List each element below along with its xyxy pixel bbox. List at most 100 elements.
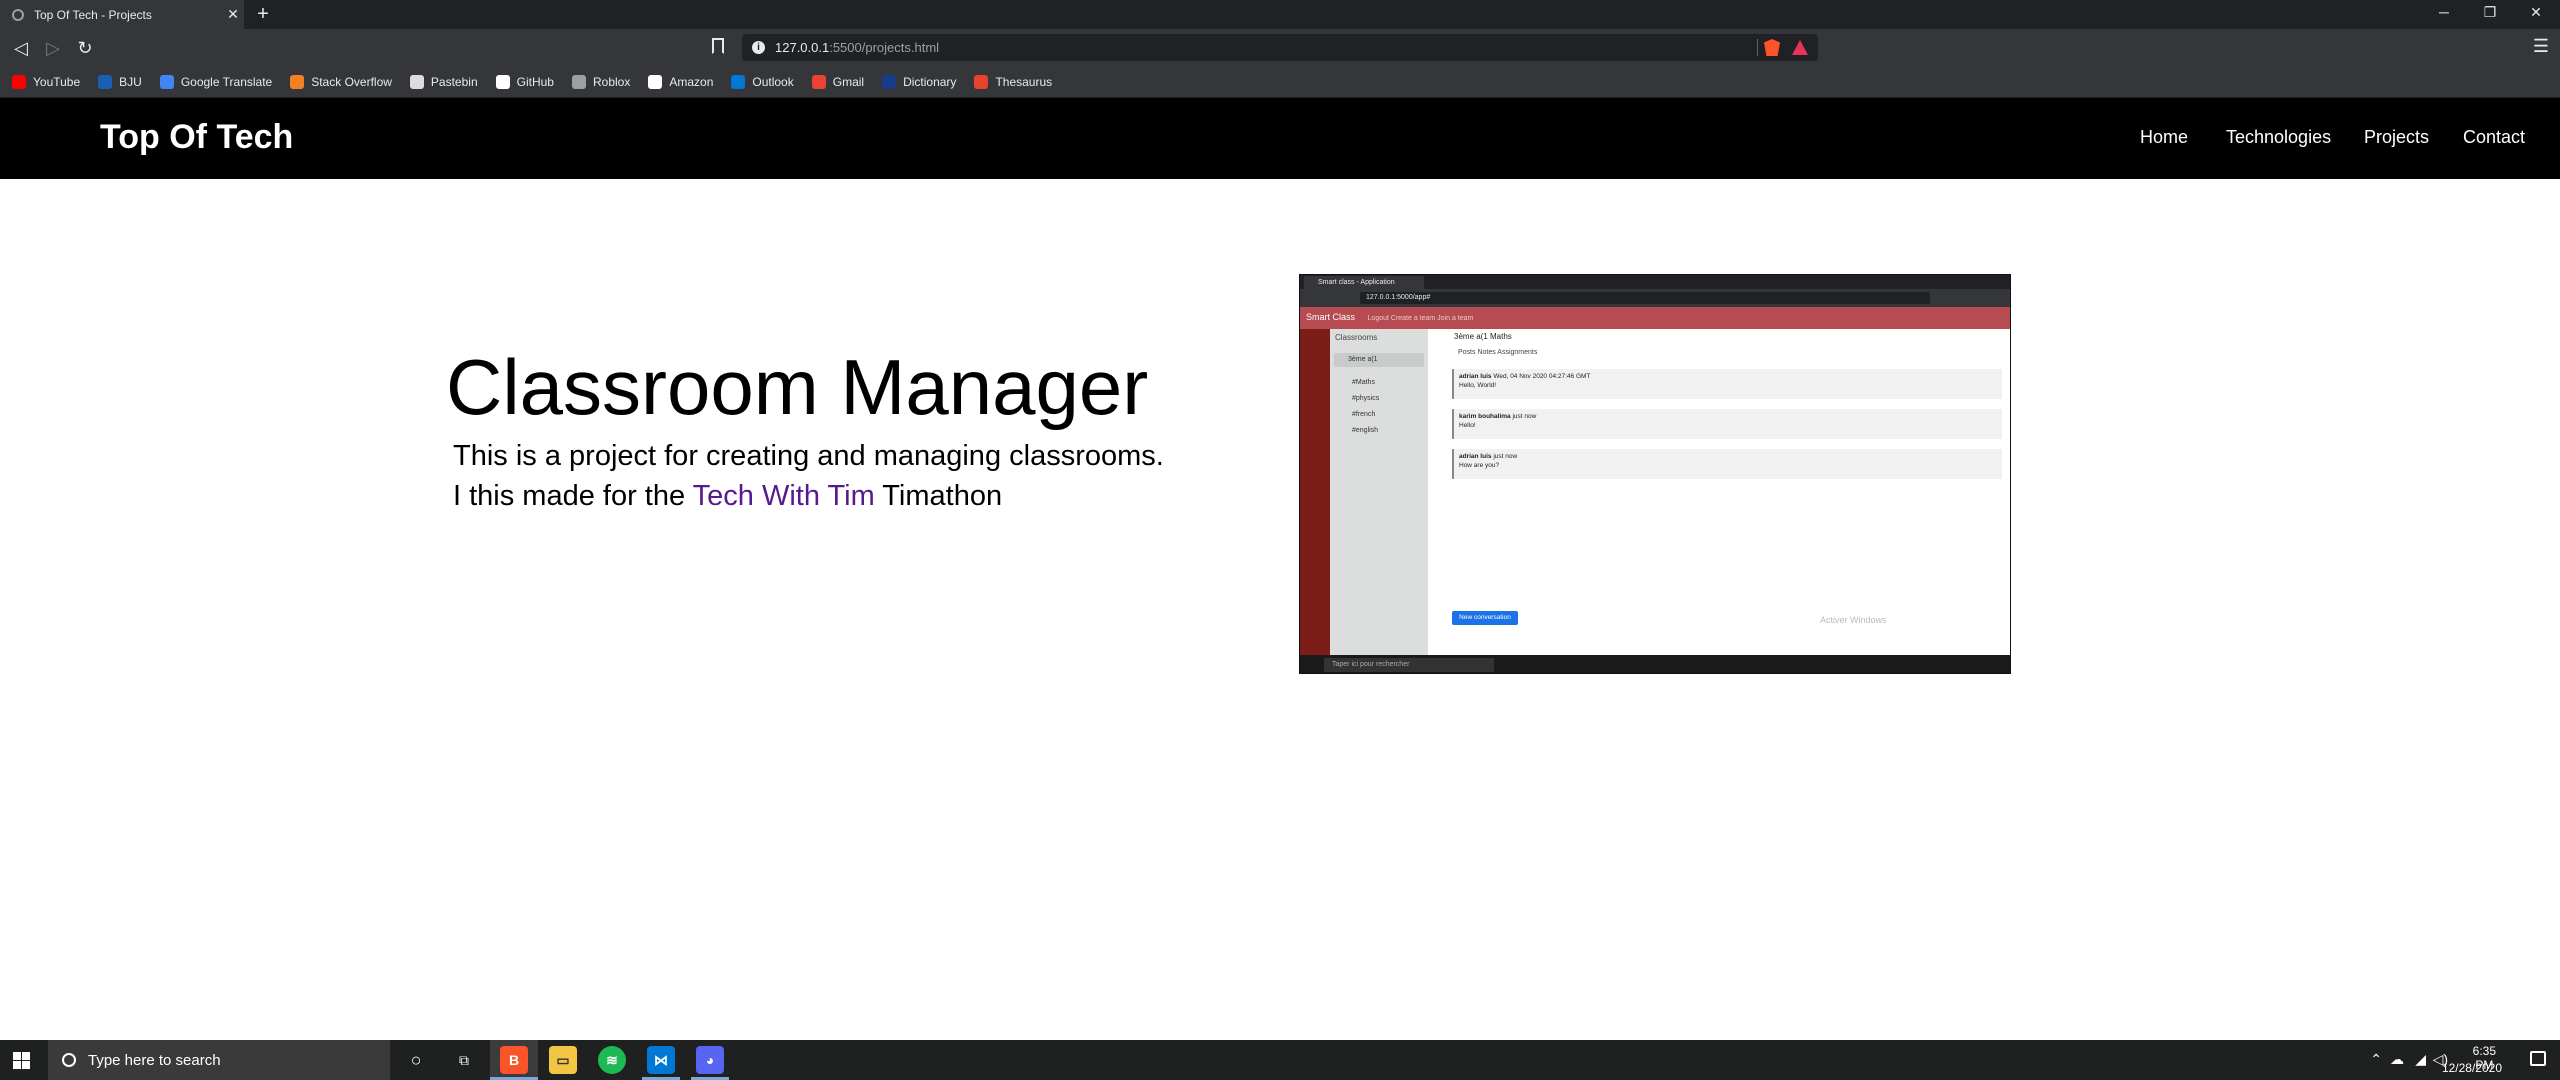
shot-tab-strip: Smart class - Application	[1300, 275, 2010, 289]
shot-msg-author: adrian luis	[1459, 373, 1492, 380]
shot-appbar: Smart Class Logout Create a team Join a …	[1300, 307, 2010, 329]
clock-date[interactable]: 12/28/2020	[2442, 1061, 2502, 1075]
vscode-icon[interactable]: ⋈	[647, 1046, 675, 1074]
shot-tab: Smart class - Application	[1304, 276, 1424, 289]
bookmark-pastebin[interactable]: Pastebin	[409, 74, 478, 89]
youtube-icon	[12, 74, 26, 89]
discord-icon[interactable]: ◕	[696, 1046, 724, 1074]
tech-with-tim-link[interactable]: Tech With Tim	[693, 480, 875, 512]
thesaurus-icon	[974, 74, 989, 89]
bookmark-label: YouTube	[33, 74, 81, 89]
restore-icon[interactable]: ❐	[2470, 4, 2510, 21]
chevron-up-icon[interactable]: ⌃	[2370, 1051, 2382, 1068]
bookmark-label: Pastebin	[430, 74, 478, 89]
taskbar-search-placeholder: Type here to search	[88, 1051, 221, 1069]
search-icon	[62, 1053, 76, 1067]
bookmark-amazon[interactable]: Amazon	[648, 74, 714, 89]
notification-icon[interactable]	[2530, 1051, 2546, 1066]
bookmark-bju[interactable]: BJU	[98, 74, 142, 89]
shot-channel: #Maths	[1352, 379, 1375, 386]
amazon-icon	[648, 74, 663, 89]
shot-taskbar: Taper ici pour rechercher	[1300, 655, 2010, 673]
bookmark-google-translate[interactable]: Google Translate	[159, 74, 272, 89]
shot-msg-text: Hello!	[1459, 422, 1476, 429]
forward-icon[interactable]: ▷	[42, 37, 64, 59]
bookmark-roblox[interactable]: Roblox	[571, 74, 631, 89]
nav-home[interactable]: Home	[2140, 127, 2188, 148]
bookmark-label: Outlook	[752, 74, 794, 89]
brave-shields-icon[interactable]	[1764, 39, 1780, 56]
close-tab-icon[interactable]: ✕	[222, 6, 244, 23]
description-line-1: This is a project for creating and manag…	[453, 440, 1164, 472]
shot-msg-text: Hello, World!	[1459, 382, 1497, 389]
close-window-icon[interactable]: ✕	[2516, 4, 2556, 21]
bookmark-label: Amazon	[669, 74, 714, 89]
file-explorer-icon[interactable]: ▭	[549, 1046, 577, 1074]
nav-projects[interactable]: Projects	[2364, 127, 2429, 148]
gmail-icon	[811, 74, 826, 89]
browser-tab[interactable]: Top Of Tech - Projects ✕	[0, 0, 244, 29]
shot-message: karim bouhalima just now Hello!	[1452, 409, 2002, 439]
roblox-icon	[571, 74, 586, 89]
shot-msg-author: karim bouhalima	[1459, 413, 1511, 420]
onedrive-icon[interactable]: ☁	[2390, 1051, 2404, 1068]
cortana-icon[interactable]: ○	[402, 1046, 430, 1074]
project-title: Classroom Manager	[446, 343, 1149, 431]
shot-taskbar-search: Taper ici pour rechercher	[1324, 658, 1494, 672]
description-line-2: I this made for the Tech With Tim Timath…	[453, 476, 1164, 516]
bookmark-dictionary[interactable]: Dictionary	[882, 74, 957, 89]
shot-msg-text: How are you?	[1459, 462, 1500, 469]
bookmark-label: Dictionary	[903, 74, 957, 89]
site-brand[interactable]: Top Of Tech	[100, 118, 293, 157]
bookmark-label: BJU	[119, 74, 142, 89]
shot-channel: #english	[1352, 427, 1379, 434]
site-navbar: Top Of Tech Home Technologies Projects C…	[0, 98, 2560, 179]
bookmarks-bar: YouTube BJU Google Translate Stack Overflow…	[0, 66, 2560, 98]
tab-title: Top Of Tech - Projects	[34, 7, 152, 22]
new-tab-button[interactable]: +	[252, 3, 274, 25]
shot-classroom: 3ème a(1	[1334, 353, 1424, 367]
shot-message: adrian luis just now How are you?	[1452, 449, 2002, 479]
shot-msg-author: adrian luis	[1459, 453, 1492, 460]
info-icon[interactable]: i	[752, 41, 765, 54]
menu-icon[interactable]: ☰	[2530, 36, 2552, 57]
nav-technologies[interactable]: Technologies	[2226, 127, 2331, 148]
bookmark-outlook[interactable]: Outlook	[731, 74, 794, 89]
nav-contact[interactable]: Contact	[2463, 127, 2525, 148]
bookmark-github[interactable]: GitHub	[495, 74, 554, 89]
bookmark-gmail[interactable]: Gmail	[811, 74, 865, 89]
line2-before: I this made for the	[453, 480, 693, 512]
bookmark-thesaurus[interactable]: Thesaurus	[974, 74, 1052, 89]
network-icon[interactable]: ◢	[2415, 1051, 2426, 1068]
shot-sidebar-header: Classrooms	[1335, 333, 1378, 342]
shot-channel: #french	[1352, 411, 1376, 418]
shot-app-links: Logout Create a team Join a team	[1367, 315, 1474, 322]
shot-new-conversation: New conversation	[1452, 611, 1518, 625]
shot-toolbar: 127.0.0.1:5000/app#	[1300, 289, 2010, 307]
outlook-icon	[731, 74, 746, 89]
stackoverflow-icon	[290, 74, 305, 89]
taskbar-search[interactable]: Type here to search	[48, 1040, 390, 1080]
translate-icon	[159, 74, 174, 89]
reload-icon[interactable]: ↻	[74, 37, 96, 59]
back-icon[interactable]: ◁	[10, 37, 32, 59]
browser-tab-strip: Top Of Tech - Projects ✕ + ─ ❐ ✕	[0, 0, 2560, 29]
url-host: 127.0.0.1	[775, 40, 830, 55]
task-view-icon[interactable]: ⧉	[450, 1046, 478, 1074]
brave-taskbar-icon[interactable]: B	[500, 1046, 528, 1074]
spotify-icon[interactable]: ≋	[598, 1046, 626, 1074]
bookmark-youtube[interactable]: YouTube	[12, 74, 81, 89]
windows-start-icon[interactable]	[13, 1052, 30, 1069]
bju-icon	[98, 74, 113, 89]
project-screenshot: Smart class - Application 127.0.0.1:5000…	[1299, 274, 2011, 674]
divider	[1757, 39, 1758, 56]
address-bar[interactable]: i 127.0.0.1 :5500/projects.html	[742, 34, 1818, 61]
bookmark-stack-overflow[interactable]: Stack Overflow	[290, 74, 392, 89]
shot-channel-header: 3ème a(1 Maths	[1454, 332, 1512, 341]
minimize-icon[interactable]: ─	[2424, 4, 2464, 20]
bookmark-icon[interactable]	[712, 38, 724, 54]
bookmark-label: Gmail	[832, 74, 865, 89]
brave-rewards-icon[interactable]	[1792, 40, 1808, 55]
bookmark-label: GitHub	[516, 74, 554, 89]
bookmark-label: Roblox	[592, 74, 631, 89]
